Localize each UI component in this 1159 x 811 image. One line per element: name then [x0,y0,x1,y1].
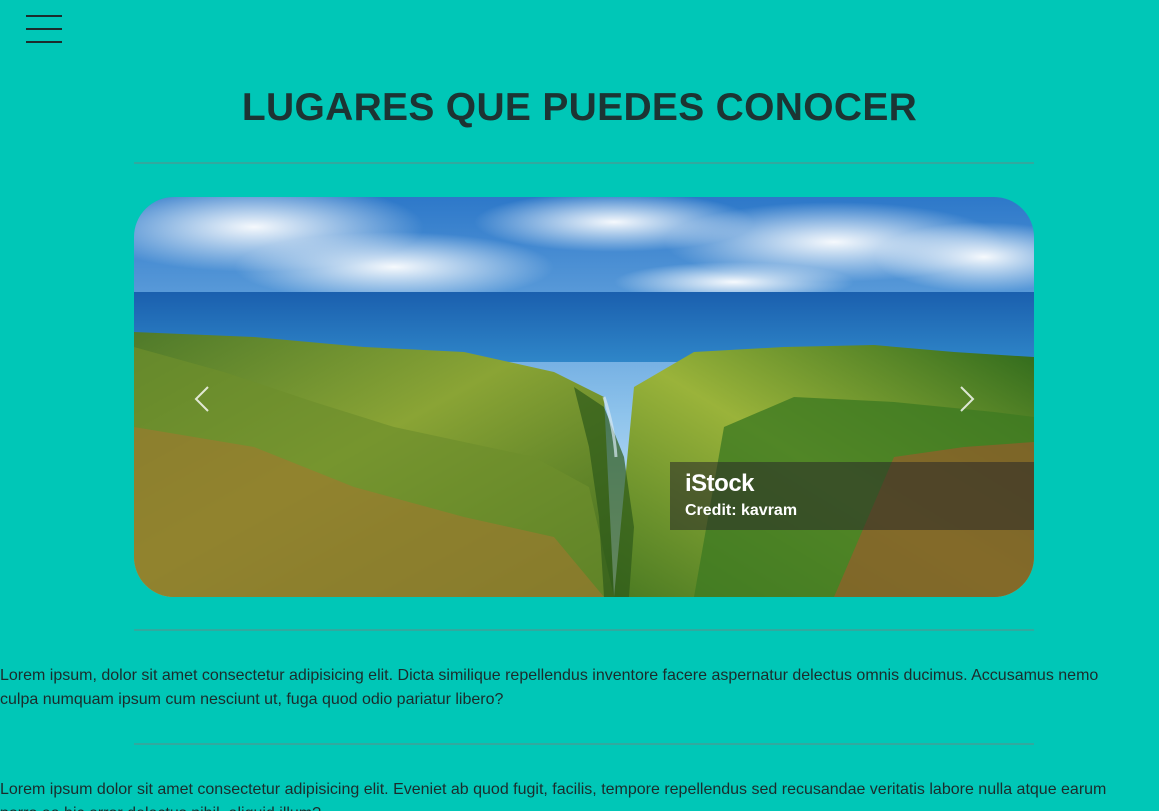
hamburger-menu-icon[interactable] [26,15,62,45]
menu-line [26,15,62,17]
page: LUGARES QUE PUEDES CONOCER iStock Credit… [0,0,1159,811]
watermark-brand: iStock [685,470,755,497]
menu-line [26,28,62,30]
paragraph-2: Lorem ipsum dolor sit amet consectetur a… [0,781,1107,811]
divider [134,629,1034,631]
divider [134,162,1034,164]
carousel-slide-image [134,197,1034,597]
page-title: LUGARES QUE PUEDES CONOCER [241,86,918,129]
chevron-right-icon[interactable] [951,384,981,414]
divider [134,743,1034,745]
paragraph-1: Lorem ipsum, dolor sit amet consectetur … [0,667,1099,708]
istock-watermark: iStock Credit: kavram [670,462,1034,530]
chevron-left-icon[interactable] [188,384,218,414]
menu-line [26,41,62,43]
watermark-credit: Credit: kavram [685,502,798,519]
image-carousel[interactable] [134,197,1034,597]
